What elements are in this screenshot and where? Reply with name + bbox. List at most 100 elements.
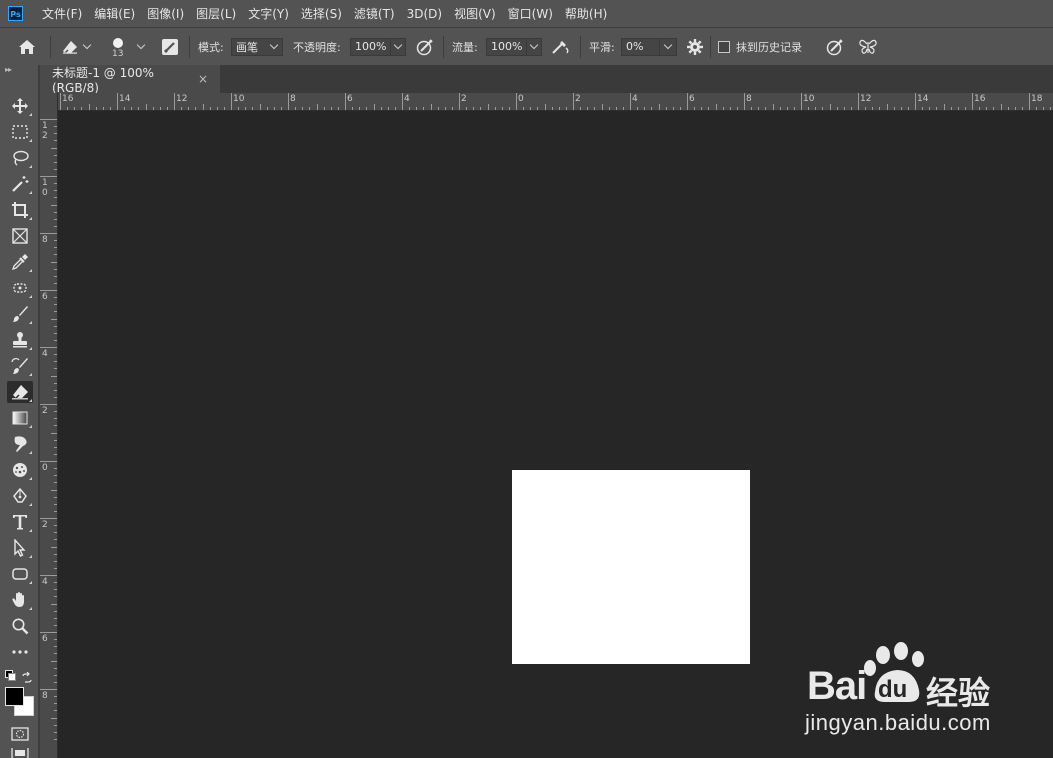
ruler-minor-tick [188,107,190,110]
ruler-minor-tick [494,107,496,110]
tool-preset-picker[interactable] [62,28,92,65]
checkbox-box[interactable] [718,40,730,53]
smudge-tool[interactable] [7,433,33,455]
menu-file[interactable]: 文件(F) [37,5,87,22]
lasso-tool[interactable] [7,147,33,169]
menu-image[interactable]: 图像(I) [142,5,189,22]
rectangular-marquee-tool[interactable] [7,121,33,143]
default-colors-button[interactable] [5,670,16,681]
ruler-minor-tick [487,104,489,110]
ruler-minor-tick [54,646,57,648]
menu-view[interactable]: 视图(V) [449,5,501,22]
ruler-label: 10 [803,94,815,104]
ruler-minor-tick [843,107,845,110]
home-button[interactable] [18,28,36,65]
ruler-minor-tick [444,107,446,110]
menu-help[interactable]: 帮助(H) [560,5,612,22]
pen-tool[interactable] [7,485,33,507]
erase-history-checkbox[interactable]: 抹到历史记录 [718,28,802,65]
eyedropper-tool[interactable] [7,251,33,273]
chevron-down-icon [82,40,92,50]
vertical-ruler[interactable]: 1 2 1 0 8 6 4 2 0 2 4 6 8 [40,93,58,758]
ruler-minor-tick [54,247,57,249]
screen-mode-button[interactable] [7,748,33,758]
menu-edit[interactable]: 编辑(E) [89,5,140,22]
menu-window[interactable]: 窗口(W) [503,5,558,22]
rounded-rectangle-tool[interactable] [7,563,33,585]
opacity-value: 100% [355,40,387,53]
frame-tool[interactable] [7,225,33,247]
ruler-minor-tick [54,738,57,740]
close-icon[interactable]: × [198,72,208,86]
ruler-minor-tick [54,411,57,413]
brush-size-label: 13 [112,49,124,59]
menu-3d[interactable]: 3D(D) [402,7,447,21]
path-selection-icon [14,539,26,557]
more-tools-button[interactable] [7,641,33,663]
sponge-tool[interactable] [7,459,33,481]
pressure-opacity-button[interactable] [416,28,434,65]
separator [710,36,711,58]
opacity-input[interactable]: 100% [350,37,406,56]
ruler-minor-tick [51,603,57,605]
ruler-minor-tick [615,107,617,110]
ruler-minor-tick [54,539,57,541]
document-tab[interactable]: 未标题-1 @ 100%(RGB/8) × [40,65,220,95]
symmetry-button[interactable] [858,28,878,65]
ruler-minor-tick [544,104,546,110]
ruler-minor-tick [957,107,959,110]
ruler-minor-tick [822,107,824,110]
menu-layer[interactable]: 图层(L) [191,5,241,22]
ruler-minor-tick [54,418,57,420]
horizontal-ruler[interactable]: 16 14 12 10 8 6 4 2 0 2 4 6 8 10 12 14 16 18 [58,93,1053,111]
ruler-tick [60,93,61,110]
ruler-tick [40,347,57,348]
menu-filter[interactable]: 滤镜(T) [349,5,400,22]
brush-preset-picker[interactable]: 13 [112,28,123,65]
ruler-minor-tick [54,368,57,370]
brush-tool[interactable] [7,303,33,325]
clone-stamp-tool[interactable] [7,329,33,351]
move-tool[interactable] [7,95,33,117]
ruler-label: 8 [42,691,48,701]
hand-tool[interactable] [7,589,33,611]
foreground-color-swatch[interactable] [5,687,24,706]
ruler-minor-tick [295,107,297,110]
ruler-tick [40,176,57,177]
menu-select[interactable]: 选择(S) [296,5,347,22]
ruler-minor-tick [51,147,57,149]
document-canvas[interactable] [512,470,750,664]
ruler-minor-tick [54,218,57,220]
spot-healing-tool[interactable] [7,277,33,299]
ruler-minor-tick [373,104,375,110]
photoshop-logo-icon[interactable]: Ps [8,6,23,21]
smoothing-input[interactable]: 0% [621,37,677,56]
ruler-minor-tick [964,107,966,110]
ruler-minor-tick [537,107,539,110]
brush-settings-toggle[interactable] [161,28,179,65]
menu-type[interactable]: 文字(Y) [243,5,294,22]
ruler-minor-tick [54,475,57,477]
type-tool[interactable] [7,511,33,533]
swap-colors-button[interactable] [21,669,33,683]
ruler-label: 6 [689,94,695,104]
gradient-tool[interactable] [7,407,33,429]
magic-wand-tool[interactable] [7,173,33,195]
ruler-label: 1 0 [42,178,48,198]
smoothing-settings-button[interactable] [686,28,704,65]
separator [50,36,51,58]
quick-mask-button[interactable] [7,723,33,745]
flow-input[interactable]: 100% [486,37,542,56]
crop-tool[interactable] [7,199,33,221]
panel-collapse-icon[interactable]: ▸▸ [5,65,12,74]
baidu-jingyan-watermark: Bai du 经验 jingyan.baidu.com [805,640,1045,740]
history-brush-tool[interactable] [7,355,33,377]
airbrush-button[interactable] [551,28,571,65]
mode-select[interactable]: 画笔 [231,37,283,56]
eraser-tool[interactable] [7,381,33,403]
ruler-label: 4 [42,577,48,587]
path-selection-tool[interactable] [7,537,33,559]
zoom-tool[interactable] [7,615,33,637]
brush-preset-dropdown[interactable] [136,28,146,65]
pressure-size-button[interactable] [826,28,844,65]
